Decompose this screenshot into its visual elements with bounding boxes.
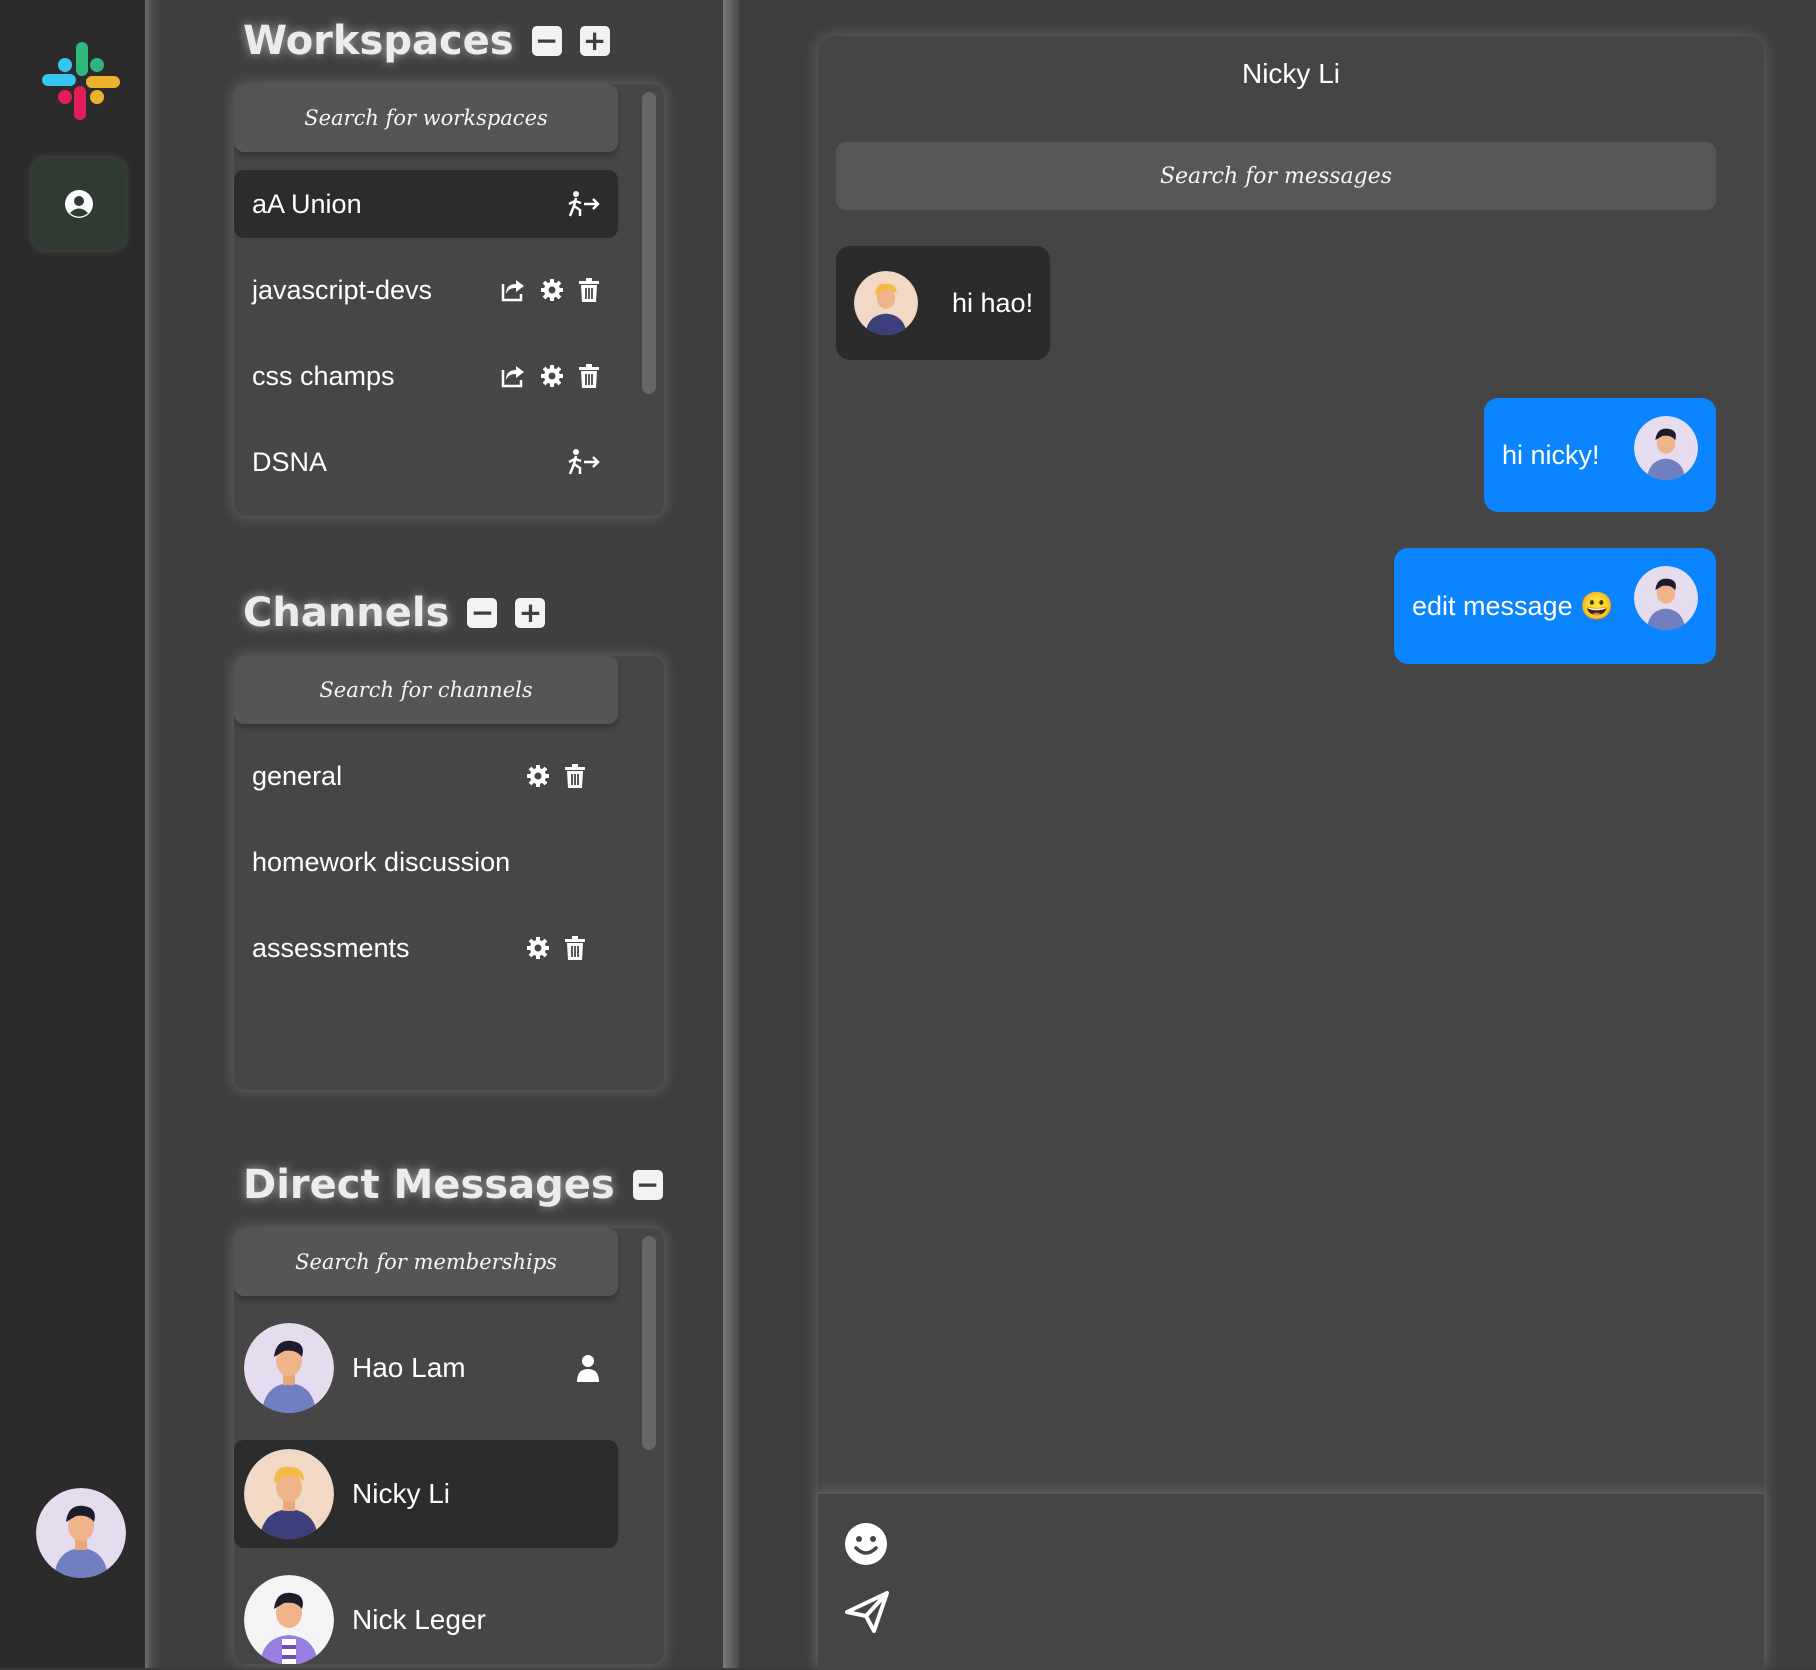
workspace-label: javascript-devs: [252, 274, 433, 305]
workspaces-header: Workspaces − +: [243, 18, 610, 64]
channel-label: general: [252, 760, 343, 791]
channels-header: Channels − +: [243, 590, 546, 636]
channels-panel: Search for channels general homework dis…: [234, 656, 664, 1090]
channel-label: homework discussion: [252, 846, 511, 877]
trash-icon[interactable]: [578, 364, 600, 388]
channels-title: Channels: [243, 590, 450, 636]
message-bubble-incoming[interactable]: hi hao!: [836, 246, 1050, 360]
add-channel-button[interactable]: +: [515, 598, 546, 628]
user-circle-icon: [65, 190, 93, 218]
dm-item[interactable]: Nicky Li: [234, 1440, 618, 1548]
direct-messages-scrollbar[interactable]: [642, 1236, 656, 1450]
emoji-icon[interactable]: [844, 1522, 888, 1566]
profile-button[interactable]: [32, 158, 126, 250]
workspace-label: css champs: [252, 360, 395, 391]
channel-search-input[interactable]: Search for channels: [234, 656, 618, 724]
collapse-channels-button[interactable]: −: [467, 598, 498, 628]
avatar: [244, 1323, 334, 1413]
gear-icon[interactable]: [540, 364, 564, 388]
message-text: hi nicky!: [1502, 439, 1600, 470]
avatar: [244, 1449, 334, 1539]
leave-icon[interactable]: [566, 448, 600, 476]
message-bubble-outgoing[interactable]: edit message 😀: [1394, 548, 1716, 664]
trash-icon[interactable]: [578, 278, 600, 302]
dm-item[interactable]: Hao Lam: [234, 1314, 618, 1422]
rail-edge: [145, 0, 163, 1668]
collapse-workspaces-button[interactable]: −: [531, 26, 562, 56]
dm-item[interactable]: Nick Leger: [234, 1566, 618, 1664]
collapse-direct-messages-button[interactable]: −: [632, 1170, 663, 1200]
dm-label: Nicky Li: [352, 1478, 451, 1509]
avatar: [1634, 566, 1698, 630]
current-user-avatar[interactable]: [36, 1488, 126, 1578]
channel-item[interactable]: assessments: [234, 914, 618, 982]
workspaces-panel: Search for workspaces aA Union javascrip…: [234, 84, 664, 516]
share-icon[interactable]: [500, 278, 526, 302]
workspace-search-input[interactable]: Search for workspaces: [234, 84, 618, 152]
chat-panel: Nicky Li Search for messages hi hao! hi …: [818, 36, 1764, 1670]
workspaces-title: Workspaces: [243, 18, 514, 64]
share-icon[interactable]: [500, 364, 526, 388]
workspace-label: aA Union: [252, 188, 362, 219]
gear-icon[interactable]: [526, 936, 550, 960]
direct-messages-panel: Search for memberships Hao Lam Nicky Li …: [234, 1228, 664, 1664]
dm-label: Hao Lam: [352, 1352, 466, 1383]
send-icon[interactable]: [844, 1590, 890, 1634]
workspace-item[interactable]: javascript-devs: [234, 256, 618, 324]
workspace-item[interactable]: css champs: [234, 342, 618, 410]
message-bubble-outgoing[interactable]: hi nicky!: [1484, 398, 1716, 512]
dm-label: Nick Leger: [352, 1604, 486, 1635]
message-text: hi hao!: [952, 287, 1034, 318]
avatar: [854, 271, 918, 335]
app-rail: [0, 0, 145, 1668]
avatar: [1634, 416, 1698, 480]
workspaces-scrollbar[interactable]: [642, 92, 656, 394]
slack-logo[interactable]: [38, 38, 124, 124]
membership-search-input[interactable]: Search for memberships: [234, 1228, 618, 1296]
chat-title: Nicky Li: [1241, 58, 1340, 89]
workspace-label: DSNA: [252, 446, 328, 477]
leave-icon[interactable]: [566, 190, 600, 218]
gear-icon[interactable]: [540, 278, 564, 302]
direct-messages-header: Direct Messages −: [243, 1162, 663, 1208]
person-icon[interactable]: [576, 1354, 600, 1382]
avatar: [244, 1575, 334, 1664]
add-workspace-button[interactable]: +: [579, 26, 610, 56]
workspace-item[interactable]: DSNA: [234, 428, 618, 496]
direct-messages-title: Direct Messages: [243, 1162, 615, 1208]
message-search-input[interactable]: Search for messages: [836, 142, 1716, 210]
channel-item[interactable]: homework discussion: [234, 828, 618, 896]
channel-label: assessments: [252, 932, 410, 963]
channel-item[interactable]: general: [234, 742, 618, 810]
workspace-item[interactable]: aA Union: [234, 170, 618, 238]
gear-icon[interactable]: [526, 764, 550, 788]
trash-icon[interactable]: [564, 764, 586, 788]
trash-icon[interactable]: [564, 936, 586, 960]
message-composer[interactable]: [818, 1492, 1764, 1670]
message-text: edit message 😀: [1412, 591, 1614, 621]
panel-divider[interactable]: [723, 0, 739, 1668]
